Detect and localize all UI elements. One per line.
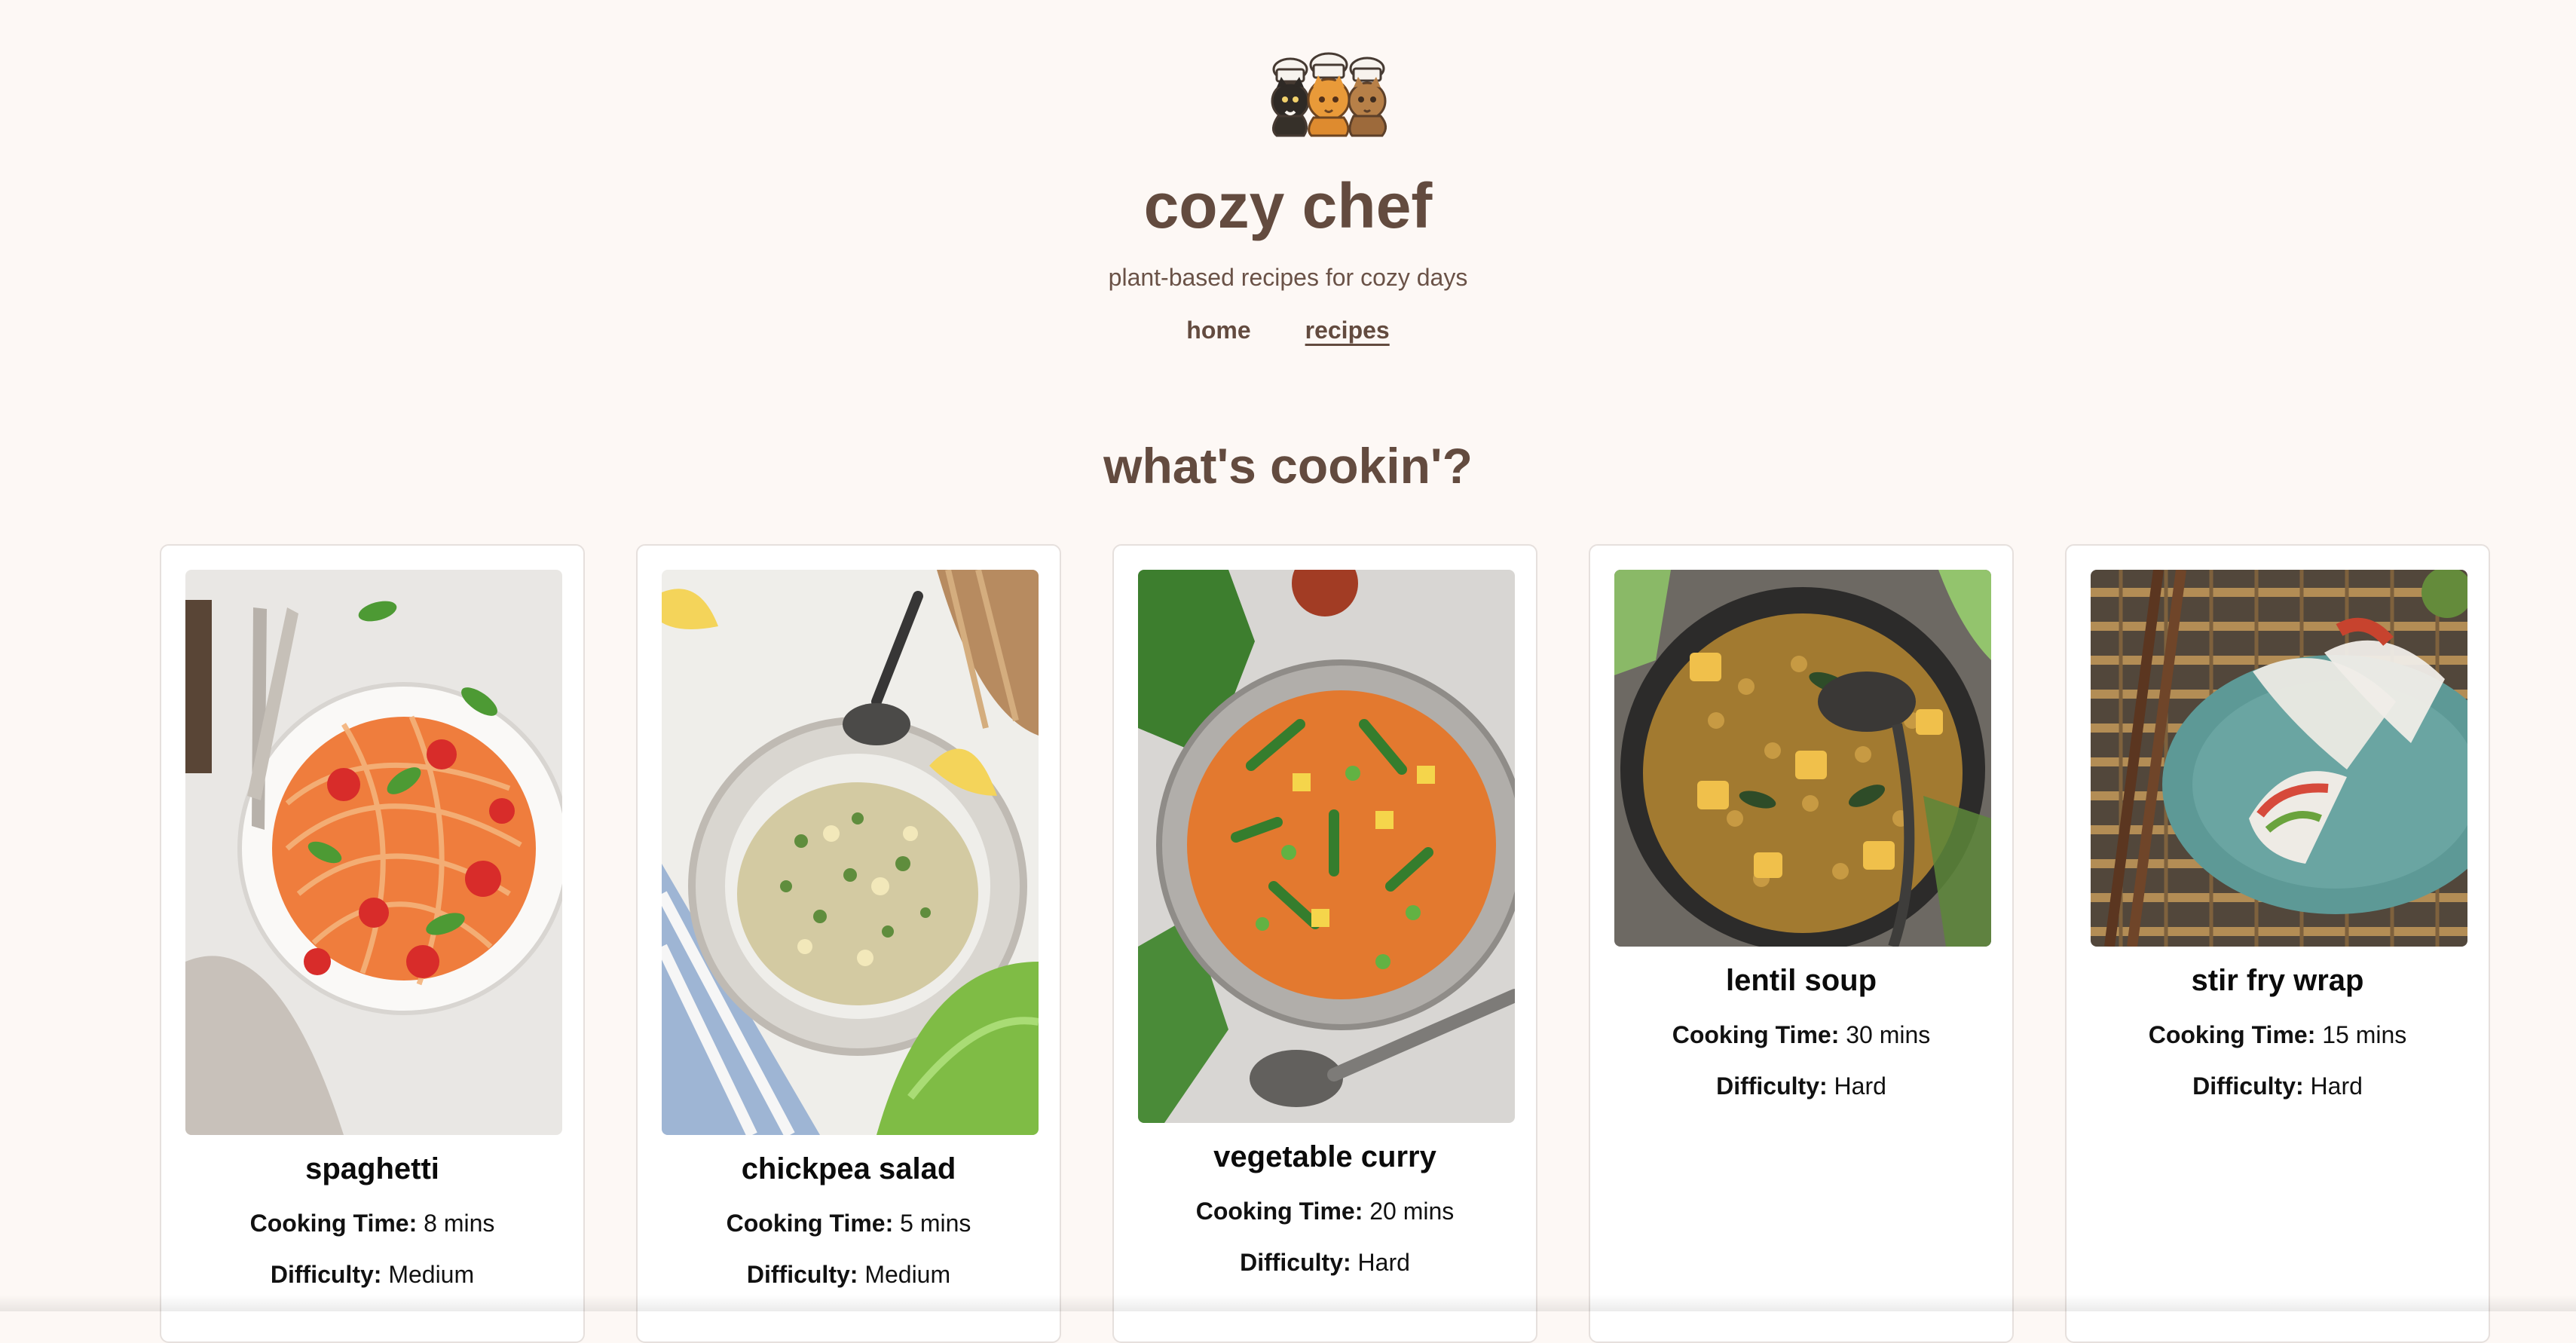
cooking-time-value: 5 mins	[900, 1210, 971, 1237]
difficulty-value: Medium	[864, 1261, 951, 1288]
nav-link-home[interactable]: home	[1186, 314, 1250, 351]
recipe-difficulty: Difficulty: Hard	[2067, 1070, 2489, 1102]
recipe-cooking-time: Cooking Time: 8 mins	[161, 1207, 583, 1239]
recipe-title: lentil soup	[1726, 964, 1877, 997]
recipe-card-chickpea-salad[interactable]: chickpea salad Cooking Time: 5 mins Diff…	[636, 544, 1061, 1343]
recipe-difficulty: Difficulty: Hard	[1114, 1247, 1536, 1278]
difficulty-label: Difficulty:	[2192, 1072, 2304, 1100]
viewport-bottom-shadow	[0, 1295, 2576, 1311]
recipe-title: spaghetti	[305, 1152, 439, 1185]
site-tagline: plant-based recipes for cozy days	[1108, 264, 1468, 291]
cooking-time-value: 20 mins	[1369, 1198, 1455, 1225]
nav-link-recipes[interactable]: recipes	[1305, 314, 1390, 351]
difficulty-value: Medium	[388, 1261, 475, 1288]
chickpea-salad-bowl-image	[662, 570, 1039, 1135]
three-chef-cats-logo	[1271, 52, 1387, 137]
spaghetti-plate-image	[185, 570, 562, 1135]
recipe-title: vegetable curry	[1213, 1140, 1436, 1173]
recipe-difficulty: Difficulty: Medium	[638, 1259, 1060, 1290]
cooking-time-label: Cooking Time:	[2148, 1021, 2316, 1048]
cooking-time-label: Cooking Time:	[1672, 1021, 1840, 1048]
stir-fry-wrap-plate-image	[2091, 570, 2467, 947]
cooking-time-value: 15 mins	[2322, 1021, 2407, 1048]
recipe-card-lentil-soup[interactable]: lentil soup Cooking Time: 30 mins Diffic…	[1589, 544, 2014, 1343]
difficulty-label: Difficulty:	[1716, 1072, 1828, 1100]
recipe-card-stir-fry-wrap[interactable]: stir fry wrap Cooking Time: 15 mins Diff…	[2065, 544, 2490, 1343]
recipe-difficulty: Difficulty: Hard	[1590, 1070, 2012, 1102]
recipe-cooking-time: Cooking Time: 30 mins	[1590, 1019, 2012, 1051]
recipe-difficulty: Difficulty: Medium	[161, 1259, 583, 1290]
cooking-time-label: Cooking Time:	[1195, 1198, 1363, 1225]
cooking-time-label: Cooking Time:	[726, 1210, 894, 1237]
difficulty-label: Difficulty:	[1240, 1249, 1351, 1276]
vegetable-curry-pan-image	[1138, 570, 1515, 1123]
difficulty-value: Hard	[1357, 1249, 1410, 1276]
cooking-time-value: 8 mins	[424, 1210, 495, 1237]
recipe-cooking-time: Cooking Time: 15 mins	[2067, 1019, 2489, 1051]
main-navigation: home recipes	[0, 314, 2576, 351]
recipe-title: chickpea salad	[741, 1152, 956, 1185]
recipe-card-vegetable-curry[interactable]: vegetable curry Cooking Time: 20 mins Di…	[1112, 544, 1537, 1343]
recipe-cooking-time: Cooking Time: 20 mins	[1114, 1195, 1536, 1227]
difficulty-value: Hard	[1834, 1072, 1886, 1100]
cooking-time-value: 30 mins	[1846, 1021, 1931, 1048]
cooking-time-label: Cooking Time:	[249, 1210, 418, 1237]
recipe-cooking-time: Cooking Time: 5 mins	[638, 1207, 1060, 1239]
recipe-card-spaghetti[interactable]: spaghetti Cooking Time: 8 mins Difficult…	[160, 544, 585, 1343]
site-title: cozy chef	[1143, 170, 1433, 241]
recipe-title: stir fry wrap	[2191, 964, 2364, 997]
lentil-soup-pot-image	[1614, 570, 1991, 947]
difficulty-value: Hard	[2310, 1072, 2363, 1100]
difficulty-label: Difficulty:	[746, 1261, 858, 1288]
difficulty-label: Difficulty:	[270, 1261, 382, 1288]
recipes-heading: what's cookin'?	[1103, 438, 1473, 494]
